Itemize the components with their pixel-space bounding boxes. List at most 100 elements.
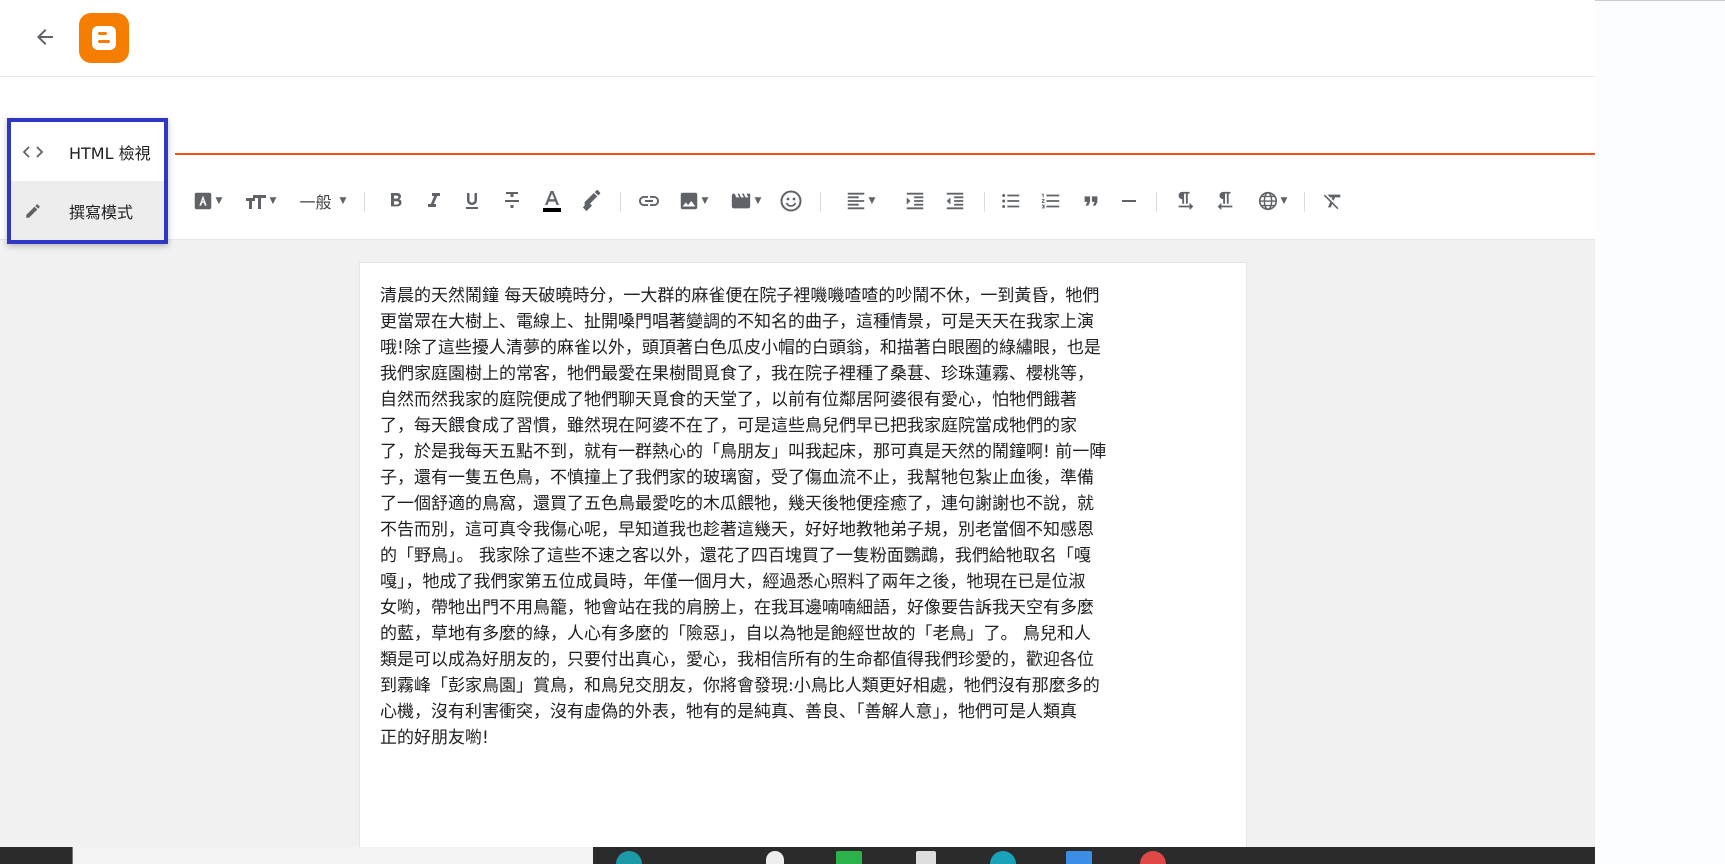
post-body-line: 哦!除了這些擾人清夢的麻雀以外，頭頂著白色瓜皮小帽的白頭翁，和描著白眼圈的綠繡眼… [380,338,1101,358]
formatting-toolbar: ▼ ▼ 一般 ▼ ▼ ▼ ▼ ▼ [0,165,1595,240]
italic-icon [428,193,440,207]
link-button[interactable] [634,183,664,219]
highlight-icon [582,190,601,212]
indent-icon [906,192,924,210]
taskbar-app-icon[interactable] [616,851,642,864]
paragraph-style-label: 一般 [299,193,332,212]
translate-icon [1258,191,1277,211]
editor-canvas: 清晨的天然鬧鐘 每天破曉時分，一大群的麻雀便在院子裡嘰嘰喳喳的吵鬧不休，一到黃昏… [0,240,1595,864]
title-row [0,77,1595,155]
text-color-icon [543,191,561,212]
align-button[interactable]: ▼ [840,183,880,219]
html-view-option[interactable]: HTML 檢視 [11,122,164,181]
taskbar-app-icon[interactable] [990,851,1016,864]
horizontal-rule-icon [1122,200,1136,202]
post-body-line: 女喲，帶牠出門不用鳥籠，牠會站在我的肩膀上，在我耳邊喃喃細語，好像要告訴我天空有… [380,598,1094,618]
pencil-icon [11,202,55,220]
post-body-line: 類是可以成為好朋友的，只要付出真心，愛心，我相信所有的生命都值得我們珍愛的，歡迎… [380,650,1094,670]
post-body-line: 我們家庭園樹上的常客，牠們最愛在果樹間覓食了，我在院子裡種了桑葚、珍珠蓮霧、櫻桃… [380,364,1094,384]
emoji-icon [780,190,802,212]
clear-format-button[interactable] [1318,183,1348,219]
post-body-line: 了，於是我每天五點不到，就有一群熱心的「鳥朋友」叫我起床，那可真是天然的鬧鐘啊!… [380,442,1107,462]
toolbar-divider [1156,192,1157,212]
post-body-line: 嘎」，牠成了我們家第五位成員時，年僅一個月大，經過悉心照料了兩年之後，牠現在已是… [380,572,1086,592]
taskbar-app-icon[interactable] [766,851,784,864]
editor-mode-menu: HTML 檢視 撰寫模式 [7,118,168,244]
post-body-line: 的藍，草地有多麼的綠，人心有多麼的「險惡」，自以為牠是飽經世故的「老鳥」了。 鳥… [380,624,1091,644]
underline-button[interactable] [458,183,486,219]
video-icon [731,193,750,209]
bold-icon [391,193,402,207]
post-body-line: 清晨的天然鬧鐘 每天破曉時分，一大群的麻雀便在院子裡嘰嘰喳喳的吵鬧不休，一到黃昏… [380,286,1100,306]
font-size-icon [245,195,266,209]
numbered-list-button[interactable] [1036,183,1066,219]
insert-image-button[interactable]: ▼ [674,183,712,219]
taskbar-app-icon[interactable] [836,851,862,864]
indent-button[interactable] [900,183,930,219]
post-body-line: 到霧峰「彭家鳥園」賞鳥，和鳥兒交朋友，你將會發現:小鳥比人類更好相處，牠們沒有那… [380,676,1100,696]
editor-page[interactable]: 清晨的天然鬧鐘 每天破曉時分，一大群的麻雀便在院子裡嘰嘰喳喳的吵鬧不休，一到黃昏… [359,262,1247,864]
text-color-button[interactable] [538,183,566,219]
toolbar-divider [984,192,985,212]
align-icon [847,192,864,210]
underline-icon [466,193,478,209]
post-body-line: 正的好朋友喲! [380,728,489,748]
toolbar-divider [620,192,621,212]
bulleted-list-button[interactable] [996,183,1026,219]
toolbar-divider [820,192,821,212]
bold-button[interactable] [382,183,410,219]
clear-format-icon [1323,194,1341,210]
post-body-line: 子，還有一隻五色鳥，不慎撞上了我們家的玻璃窗，受了傷血流不止，我幫牠包紮止血後，… [380,468,1094,488]
strikethrough-icon [505,192,519,208]
quote-icon [1084,196,1098,206]
taskbar-app-icon[interactable] [916,851,936,864]
rtl-icon [1217,191,1233,211]
blogger-logo-icon[interactable] [79,13,129,63]
taskbar-app-icon[interactable] [1066,851,1092,864]
taskbar-search-box[interactable] [72,847,593,864]
input-language-button[interactable]: ▼ [1252,183,1292,219]
outdent-icon [946,192,964,210]
post-body-text[interactable]: 清晨的天然鬧鐘 每天破曉時分，一大群的麻雀便在院子裡嘰嘰喳喳的吵鬧不休，一到黃昏… [380,283,1226,751]
post-body-line: 的「野鳥」。 我家除了這些不速之客以外，還花了四百塊買了一隻粉面鸚鵡，我們給牠取… [380,546,1091,566]
top-bar [0,0,1595,77]
paragraph-style-select[interactable]: 一般 ▼ [292,183,354,219]
back-button[interactable] [28,20,62,54]
compose-mode-option[interactable]: 撰寫模式 [11,181,164,240]
post-body-line: 了一個舒適的鳥窩，還買了五色鳥最愛吃的木瓜餵牠，幾天後牠便痊癒了，連句謝謝也不說… [380,494,1094,514]
font-button[interactable]: ▼ [188,183,226,219]
bulleted-list-icon [1002,194,1020,208]
insert-video-button[interactable]: ▼ [726,183,764,219]
numbered-list-icon [1041,193,1060,209]
toolbar-divider [364,192,365,212]
post-body-line: 了，每天餵食成了習慣，雖然現在阿婆不在了，可是這些鳥兒們早已把我家庭院當成牠們的… [380,416,1077,436]
rtl-button[interactable] [1210,183,1240,219]
strikethrough-button[interactable] [498,183,526,219]
italic-button[interactable] [420,183,448,219]
emoji-button[interactable] [776,183,806,219]
compose-mode-label: 撰寫模式 [69,202,134,222]
html-view-label: HTML 檢視 [69,143,151,163]
horizontal-rule-button[interactable] [1114,183,1144,219]
code-icon [11,145,55,159]
highlight-button[interactable] [578,183,606,219]
post-body-line: 心機，沒有利害衝突，沒有虛偽的外表，牠有的是純真、善良、「善解人意」，牠們可是人… [380,702,1077,722]
post-body-line: 自然而然我家的庭院便成了牠們聊天覓食的天堂了，以前有位鄰居阿婆很有愛心，怕牠們餓… [380,390,1077,410]
font-icon [194,192,211,210]
ltr-icon [1178,191,1194,211]
os-taskbar [0,847,1595,864]
post-body-line: 更當眾在大樹上、電線上、扯開嗓門唱著變調的不知名的曲子，這種情景，可是天天在我家… [380,312,1094,332]
background-window [1595,0,1725,864]
post-title-input[interactable] [175,87,1579,145]
image-icon [680,192,697,210]
title-underline [175,153,1595,155]
outdent-button[interactable] [940,183,970,219]
post-body-line: 不告而別，這可真令我傷心呢，早知道我也趁著這幾天，好好地教牠弟子規，別老當個不知… [380,520,1094,540]
link-icon [639,196,659,206]
taskbar-app-icon[interactable] [1140,851,1166,864]
arrow-back-icon [37,29,53,45]
toolbar-divider [1304,192,1305,212]
font-size-button[interactable]: ▼ [240,183,280,219]
ltr-button[interactable] [1170,183,1200,219]
quote-button[interactable] [1076,183,1106,219]
